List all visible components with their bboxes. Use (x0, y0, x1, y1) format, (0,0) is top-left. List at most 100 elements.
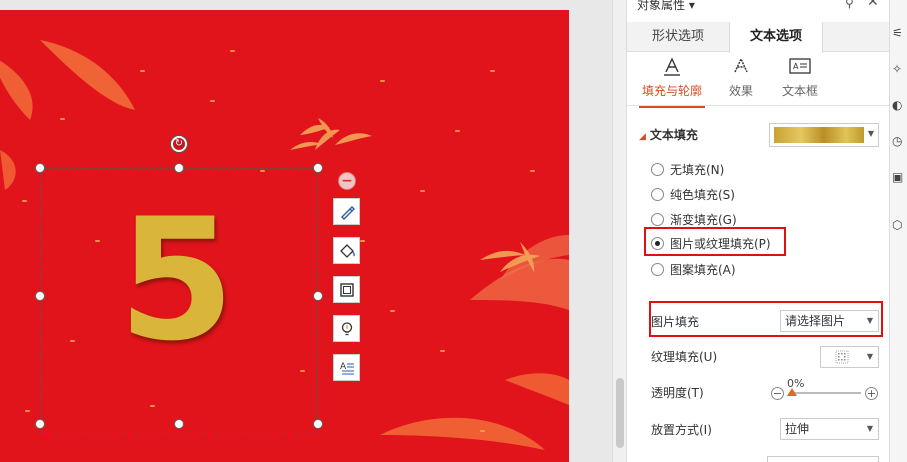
effects-button[interactable] (333, 315, 360, 342)
speck (380, 80, 385, 82)
resize-handle-top-right[interactable] (313, 163, 323, 173)
subtab-label: 效果 (728, 84, 753, 98)
radio-label: 纯色填充(S) (670, 187, 735, 202)
resize-handle-right[interactable] (313, 291, 323, 301)
tab-text-options[interactable]: 文本选项 (729, 22, 823, 53)
resize-handle-bottom-left[interactable] (35, 419, 45, 429)
pin-icon[interactable]: ⚲ (845, 0, 854, 10)
text-effect-icon (734, 57, 748, 73)
radio-solid-fill[interactable]: 纯色填充(S) (651, 185, 735, 203)
magic-icon[interactable]: ✧ (892, 62, 902, 76)
animation-icon[interactable]: ◐ (892, 98, 902, 112)
collapse-triangle-icon: ◢ (639, 132, 646, 142)
radio-no-fill[interactable]: 无填充(N) (651, 160, 724, 178)
speck (440, 350, 445, 352)
radio-button[interactable] (651, 212, 664, 226)
speck (420, 190, 425, 192)
placement-label: 放置方式(I) (651, 423, 712, 437)
tab-shape-options[interactable]: 形状选项 (627, 22, 729, 52)
app-window: ↻ 5 − A 对象属性 ▾ ⚲ ✕ 形状选项 文本选项 填充与轮廓 效果 A … (0, 0, 907, 462)
placement-value: 拉伸 (785, 422, 810, 436)
speck (60, 118, 65, 120)
speck (490, 70, 495, 72)
rotate-handle-icon[interactable]: ↻ (171, 136, 187, 152)
properties-icon[interactable]: ⚟ (892, 26, 903, 40)
speck (230, 50, 235, 52)
section-title: 文本填充 (649, 128, 698, 142)
text-wrap-button[interactable]: A (333, 354, 360, 381)
gold-texture-swatch (774, 127, 864, 143)
right-tool-rail: ⚟ ✧ ◐ ◷ ▣ ⬡ (889, 0, 907, 462)
decrease-transparency-icon[interactable]: − (771, 387, 784, 400)
subtab-label: 文本框 (781, 84, 818, 98)
pane-subtabs: 填充与轮廓 效果 A 文本框 (627, 52, 890, 108)
clock-icon[interactable]: ◷ (892, 134, 902, 148)
resize-handle-top-left[interactable] (35, 163, 45, 173)
radio-pattern-fill[interactable]: 图案填充(A) (651, 260, 736, 278)
subtab-effects[interactable]: 效果 (723, 56, 759, 99)
canvas-vertical-scrollbar[interactable] (612, 0, 626, 462)
chevron-down-icon: ▼ (866, 352, 873, 361)
fill-button[interactable] (333, 237, 360, 264)
canvas-area: ↻ 5 − A (0, 0, 612, 462)
radio-button[interactable] (651, 262, 664, 276)
slide[interactable]: ↻ 5 − A (0, 10, 569, 462)
radio-gradient-fill[interactable]: 渐变填充(G) (651, 210, 737, 228)
speck (530, 170, 535, 172)
texture-fill-label: 纹理填充(U) (651, 350, 718, 364)
next-control-partial (767, 456, 879, 462)
collapse-icon[interactable]: − (338, 172, 356, 190)
shape-icon[interactable]: ⬡ (892, 218, 902, 232)
pane-title[interactable]: 对象属性 ▾ (637, 0, 695, 13)
paint-bucket-icon (339, 243, 355, 258)
text-layout-icon: A (340, 362, 354, 374)
speck (210, 100, 215, 102)
close-icon[interactable]: ✕ (867, 0, 879, 10)
texture-fill-select[interactable]: ▼ (820, 346, 879, 368)
subtab-textbox[interactable]: A 文本框 (777, 56, 823, 99)
resize-handle-left[interactable] (35, 291, 45, 301)
chevron-down-icon: ▼ (866, 424, 873, 433)
text-fill-preview-dropdown[interactable]: ▼ (769, 123, 879, 147)
radio-label: 图案填充(A) (670, 262, 736, 277)
pane-tabs: 形状选项 文本选项 (627, 22, 890, 53)
resize-handle-bottom-right[interactable] (313, 419, 323, 429)
subtab-label: 填充与轮廓 (641, 84, 702, 98)
speck (140, 70, 145, 72)
svg-text:A: A (793, 62, 799, 71)
resize-handle-top[interactable] (174, 163, 184, 173)
text-fill-icon (664, 57, 680, 76)
speck (360, 240, 365, 242)
resize-handle-bottom[interactable] (174, 419, 184, 429)
placement-select[interactable]: 拉伸 ▼ (780, 418, 879, 440)
speck (455, 130, 460, 132)
object-properties-pane: 对象属性 ▾ ⚲ ✕ 形状选项 文本选项 填充与轮廓 效果 A 文本框 ◢ 文本填… (626, 0, 890, 462)
section-text-fill[interactable]: ◢ 文本填充 (639, 126, 698, 143)
speck (25, 410, 30, 412)
radio-label: 渐变填充(G) (670, 212, 737, 227)
subtab-fill-outline[interactable]: 填充与轮廓 (639, 56, 705, 108)
highlight-box-picture-fill (649, 301, 883, 337)
transparency-label: 透明度(T) (651, 386, 704, 400)
chevron-down-icon: ▼ (867, 129, 874, 138)
outline-square-icon (339, 282, 354, 297)
slide-big-number[interactable]: 5 (118, 196, 235, 364)
texture-grid-icon (835, 350, 849, 364)
image-icon[interactable]: ▣ (892, 170, 903, 184)
radio-button[interactable] (651, 162, 664, 176)
highlight-box-picture-fill-option (644, 227, 786, 256)
transparency-slider[interactable] (789, 392, 861, 394)
radio-label: 无填充(N) (670, 162, 725, 177)
speck (390, 310, 395, 312)
increase-transparency-icon[interactable]: + (865, 387, 878, 400)
brush-icon (340, 205, 355, 220)
speck (480, 430, 485, 432)
radio-button[interactable] (651, 187, 664, 201)
outline-button[interactable] (333, 276, 360, 303)
scrollbar-thumb[interactable] (616, 378, 624, 448)
transparency-slider-knob[interactable] (787, 388, 797, 396)
brush-style-button[interactable] (333, 198, 360, 225)
textbox-icon: A (789, 58, 811, 74)
lightbulb-icon (341, 321, 352, 335)
speck (22, 200, 27, 202)
